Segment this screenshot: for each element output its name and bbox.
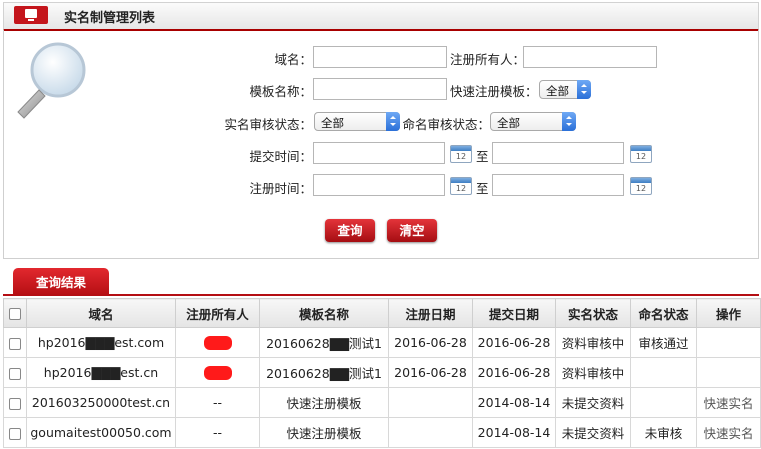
cell-submit-date: 2016-06-28	[472, 357, 556, 388]
column-header[interactable]: 命名状态	[630, 298, 697, 328]
submit-time-start-input[interactable]	[313, 142, 445, 164]
table-row: goumaitest00050.com -- 快速注册模板 2014-08-14…	[3, 417, 761, 448]
cell-owner	[175, 327, 260, 358]
column-header[interactable]: 实名状态	[555, 298, 631, 328]
to-label: 至	[476, 149, 489, 164]
table-header-row: 域名 注册所有人 模板名称 注册日期 提交日期 实名状态 命名状态 操作	[3, 298, 761, 328]
row-checkbox[interactable]	[3, 387, 27, 418]
redaction-mark	[203, 366, 232, 381]
cell-reg-date	[388, 417, 473, 448]
cell-submit-date: 2016-06-28	[472, 327, 556, 358]
cell-realname-status: 未提交资料	[555, 417, 631, 448]
template-input[interactable]	[313, 78, 447, 100]
owner-label: 注册所有人：	[450, 52, 526, 67]
realname-status-label: 实名审核状态：	[224, 117, 312, 132]
clear-button[interactable]: 清空	[387, 219, 437, 242]
cell-domain: 201603250000test.cn	[26, 387, 176, 418]
select-arrow-icon	[577, 80, 591, 99]
row-checkbox[interactable]	[3, 417, 27, 448]
cell-template: 快速注册模板	[259, 417, 389, 448]
column-header[interactable]: 操作	[696, 298, 761, 328]
realname-status-select[interactable]: 全部	[314, 112, 400, 131]
reg-time-end-input[interactable]	[492, 174, 624, 196]
select-arrow-icon	[386, 112, 400, 131]
cell-domain: hp2016▇▇▇est.cn	[26, 357, 176, 388]
select-arrow-icon	[562, 112, 576, 131]
cell-realname-status: 资料审核中	[555, 357, 631, 388]
cell-realname-status: 未提交资料	[555, 387, 631, 418]
cell-domain: goumaitest00050.com	[26, 417, 176, 448]
cell-submit-date: 2014-08-14	[472, 387, 556, 418]
quick-template-value: 全部	[546, 84, 569, 98]
page-title: 实名制管理列表	[64, 11, 156, 26]
template-label: 模板名称：	[249, 84, 312, 99]
realname-status-value: 全部	[321, 116, 344, 130]
column-header[interactable]: 域名	[26, 298, 176, 328]
magnifier-icon	[17, 42, 86, 119]
naming-status-value: 全部	[497, 116, 520, 130]
redaction-mark	[203, 336, 232, 351]
cell-action[interactable]	[696, 327, 761, 358]
calendar-icon[interactable]: 12	[630, 145, 652, 163]
domain-input[interactable]	[313, 46, 447, 68]
cell-reg-date: 2016-06-28	[388, 357, 473, 388]
cell-action[interactable]	[696, 357, 761, 388]
cell-naming-status	[630, 357, 697, 388]
cell-reg-date	[388, 387, 473, 418]
table-row: 201603250000test.cn -- 快速注册模板 2014-08-14…	[3, 387, 761, 418]
table-row: hp2016▇▇▇est.cn 20160628▇▇测试1 2016-06-28…	[3, 357, 761, 388]
calendar-icon[interactable]: 12	[450, 177, 472, 195]
quick-realname-link[interactable]: 快速实名	[696, 417, 761, 448]
cell-owner: --	[175, 387, 260, 418]
column-header[interactable]: 提交日期	[472, 298, 556, 328]
owner-input[interactable]	[523, 46, 657, 68]
column-header[interactable]: 注册日期	[388, 298, 473, 328]
table-row: hp2016▇▇▇est.com 20160628▇▇测试1 2016-06-2…	[3, 327, 761, 358]
monitor-icon	[14, 6, 48, 24]
reg-time-start-input[interactable]	[313, 174, 445, 196]
cell-submit-date: 2014-08-14	[472, 417, 556, 448]
reg-time-label: 注册时间：	[249, 181, 312, 196]
submit-time-end-input[interactable]	[492, 142, 624, 164]
cell-reg-date: 2016-06-28	[388, 327, 473, 358]
cell-template: 20160628▇▇测试1	[259, 357, 389, 388]
cell-domain: hp2016▇▇▇est.com	[26, 327, 176, 358]
cell-naming-status: 未审核	[630, 417, 697, 448]
to-label: 至	[476, 181, 489, 196]
cell-naming-status	[630, 387, 697, 418]
tab-results[interactable]: 查询结果	[13, 268, 109, 296]
naming-status-label: 命名审核状态：	[402, 117, 490, 132]
select-all-checkbox[interactable]	[3, 298, 27, 328]
divider	[3, 294, 759, 296]
quick-realname-link[interactable]: 快速实名	[696, 387, 761, 418]
query-button[interactable]: 查询	[325, 219, 375, 242]
column-header[interactable]: 模板名称	[259, 298, 389, 328]
cell-owner	[175, 357, 260, 388]
quick-template-select[interactable]: 全部	[539, 80, 591, 99]
page-header: 实名制管理列表	[3, 2, 759, 31]
search-form: 域名： 注册所有人： 模板名称： 快速注册模板： 全部 实名审核状态： 全部 命…	[3, 30, 759, 259]
cell-template: 快速注册模板	[259, 387, 389, 418]
row-checkbox[interactable]	[3, 357, 27, 388]
cell-realname-status: 资料审核中	[555, 327, 631, 358]
cell-naming-status: 审核通过	[630, 327, 697, 358]
cell-owner: --	[175, 417, 260, 448]
domain-label: 域名：	[274, 52, 312, 67]
quick-template-label: 快速注册模板：	[450, 84, 538, 99]
submit-time-label: 提交时间：	[249, 149, 312, 164]
cell-template: 20160628▇▇测试1	[259, 327, 389, 358]
calendar-icon[interactable]: 12	[630, 177, 652, 195]
calendar-icon[interactable]: 12	[450, 145, 472, 163]
results-table: 域名 注册所有人 模板名称 注册日期 提交日期 实名状态 命名状态 操作 hp2…	[3, 298, 761, 448]
column-header[interactable]: 注册所有人	[175, 298, 260, 328]
row-checkbox[interactable]	[3, 327, 27, 358]
naming-status-select[interactable]: 全部	[490, 112, 576, 131]
